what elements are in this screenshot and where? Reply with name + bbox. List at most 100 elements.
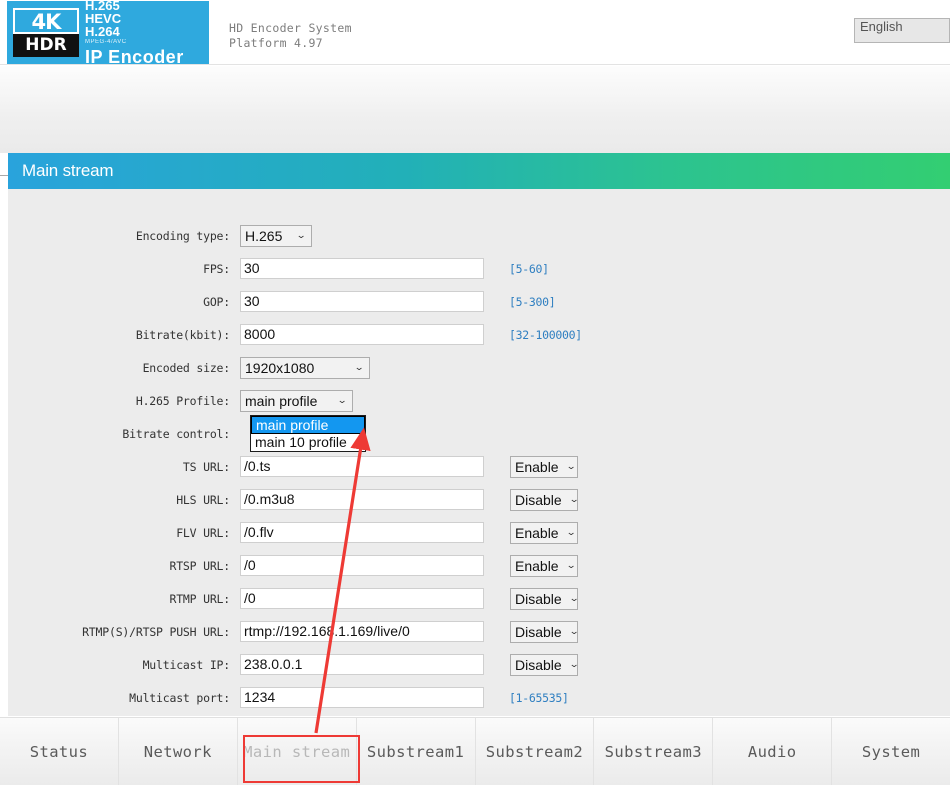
enable-select-value: Enable <box>515 558 559 574</box>
dropdown-option[interactable]: main 10 profile <box>251 434 365 451</box>
dropdown-option[interactable]: main profile <box>251 416 365 434</box>
form-select-value: H.265 <box>245 228 282 244</box>
form-text-input[interactable]: /0 <box>240 588 484 609</box>
enable-select-value: Enable <box>515 459 559 475</box>
annotation-highlight-box <box>243 735 360 783</box>
product-logo: 4K HDR H.265 HEVC H.264 MPEG-4/AVC IP En… <box>7 1 209 64</box>
form-select[interactable]: 1920x1080 ⌄ <box>240 357 370 379</box>
form-text-input[interactable]: 30 <box>240 258 484 279</box>
nav-item-system[interactable]: System <box>832 718 950 785</box>
section-bar-label: Main stream <box>22 161 113 181</box>
form-text-input[interactable]: 8000 <box>240 324 484 345</box>
nav-item-substream2[interactable]: Substream2 <box>476 718 595 785</box>
enable-select-wrap: Enable⌄ <box>510 522 578 544</box>
language-select-value: English <box>860 19 903 34</box>
form-text-input[interactable]: /0.ts <box>240 456 484 477</box>
enable-select-wrap: Disable⌄ <box>510 621 578 643</box>
form-row-label: TS URL: <box>8 460 240 474</box>
form-row: TS URL:/0.ts Enable⌄ <box>8 450 950 483</box>
settings-form-rows: Encoding type:H.265⌄FPS:30[5-60]GOP:30[5… <box>8 219 950 714</box>
form-row: FLV URL:/0.flvEnable⌄ <box>8 516 950 549</box>
platform-version: Platform 4.97 <box>229 36 352 51</box>
nav-item-status[interactable]: Status <box>0 718 119 785</box>
form-row-label: RTMP(S)/RTSP PUSH URL: <box>8 625 240 639</box>
form-row: Encoding type:H.265⌄ <box>8 219 950 252</box>
form-row-label: Multicast IP: <box>8 658 240 672</box>
form-text-input[interactable]: /0.flv <box>240 522 484 543</box>
form-row-label: GOP: <box>8 295 240 309</box>
nav-item-substream1[interactable]: Substream1 <box>357 718 476 785</box>
enable-select-value: Disable <box>515 624 562 640</box>
bottom-navigation: StatusNetworkMain streamSubstream1Substr… <box>0 717 950 785</box>
enable-select[interactable]: Disable⌄ <box>510 621 578 643</box>
badge-hdr: HDR <box>13 34 79 57</box>
enable-select[interactable]: Enable⌄ <box>510 522 578 544</box>
form-text-input[interactable]: 1234 <box>240 687 484 708</box>
form-text-input[interactable]: rtmp://192.168.1.169/live/0 <box>240 621 484 642</box>
form-range-hint: [5-60] <box>509 262 549 276</box>
enable-select[interactable]: Disable⌄ <box>510 489 578 511</box>
title-band: Mainstream encoding settings <box>0 66 950 153</box>
codec-hevc: HEVC <box>85 12 184 25</box>
codec-h265: H.265 <box>85 0 184 12</box>
enable-select[interactable]: Enable⌄ <box>510 555 578 577</box>
nav-item-substream3[interactable]: Substream3 <box>594 718 713 785</box>
form-row: Encoded size: 1920x1080 ⌄ <box>8 351 950 384</box>
page-header: 4K HDR H.265 HEVC H.264 MPEG-4/AVC IP En… <box>0 0 950 65</box>
form-row: Bitrate(kbit):8000[32-100000] <box>8 318 950 351</box>
enable-select-wrap: Disable⌄ <box>510 654 578 676</box>
logo-badges: 4K HDR <box>13 8 79 57</box>
codec-h264: H.264 <box>85 25 184 38</box>
enable-select-value: Disable <box>515 657 562 673</box>
form-row-label: Encoding type: <box>8 229 240 243</box>
form-row: HLS URL:/0.m3u8 Disable⌄ <box>8 483 950 516</box>
form-row-label: Multicast port: <box>8 691 240 705</box>
enable-select-wrap: Enable⌄ <box>510 456 578 478</box>
form-row-label: Bitrate(kbit): <box>8 328 240 342</box>
form-row: Multicast IP:238.0.0.1 Disable⌄ <box>8 648 950 681</box>
profile-dropdown-list[interactable]: main profilemain 10 profile <box>250 415 366 452</box>
chevron-down-icon: ⌄ <box>557 593 587 604</box>
chevron-down-icon: ⌄ <box>343 362 373 373</box>
form-row: Multicast port:1234 [1-65535] <box>8 681 950 714</box>
form-row-label: RTSP URL: <box>8 559 240 573</box>
form-text-input[interactable]: 30 <box>240 291 484 312</box>
form-row-label: H.265 Profile: <box>8 394 240 408</box>
language-select[interactable]: English <box>854 18 950 43</box>
chevron-down-icon: ⌄ <box>285 230 315 241</box>
section-bar: Main stream <box>8 153 950 189</box>
enable-select[interactable]: Enable⌄ <box>510 456 578 478</box>
form-row-label: Encoded size: <box>8 361 240 375</box>
form-text-input[interactable]: /0 <box>240 555 484 576</box>
form-text-input[interactable]: /0.m3u8 <box>240 489 484 510</box>
codec-mpeg4-avc: MPEG-4/AVC <box>85 38 184 46</box>
enable-select-value: Enable <box>515 525 559 541</box>
form-row: H.265 Profile:main profile⌄ <box>8 384 950 417</box>
enable-select-value: Disable <box>515 591 562 607</box>
enable-select[interactable]: Disable⌄ <box>510 588 578 610</box>
form-row: Bitrate control: <box>8 417 950 450</box>
form-row-label: FPS: <box>8 262 240 276</box>
chevron-down-icon: ⌄ <box>554 560 584 571</box>
form-select[interactable]: main profile⌄ <box>240 390 353 412</box>
chevron-down-icon: ⌄ <box>326 395 356 406</box>
form-range-hint: [5-300] <box>509 295 555 309</box>
chevron-down-icon: ⌄ <box>554 461 584 472</box>
enable-select[interactable]: Disable⌄ <box>510 654 578 676</box>
enable-select-wrap: Enable⌄ <box>510 555 578 577</box>
form-row-label: Bitrate control: <box>8 427 240 441</box>
form-row: GOP:30 [5-300] <box>8 285 950 318</box>
enable-select-wrap: Disable⌄ <box>510 489 578 511</box>
logo-text: H.265 HEVC H.264 MPEG-4/AVC IP Encoder <box>85 0 184 67</box>
badge-4k: 4K <box>13 8 79 34</box>
form-select-value: 1920x1080 <box>245 360 314 376</box>
chevron-down-icon: ⌄ <box>554 527 584 538</box>
form-range-hint: [1-65535] <box>509 691 569 705</box>
form-text-input[interactable]: 238.0.0.1 <box>240 654 484 675</box>
nav-item-network[interactable]: Network <box>119 718 238 785</box>
form-row: RTMP(S)/RTSP PUSH URL:rtmp://192.168.1.1… <box>8 615 950 648</box>
form-select[interactable]: H.265⌄ <box>240 225 312 247</box>
enable-select-wrap: Disable⌄ <box>510 588 578 610</box>
nav-item-audio[interactable]: Audio <box>713 718 832 785</box>
form-row-label: HLS URL: <box>8 493 240 507</box>
